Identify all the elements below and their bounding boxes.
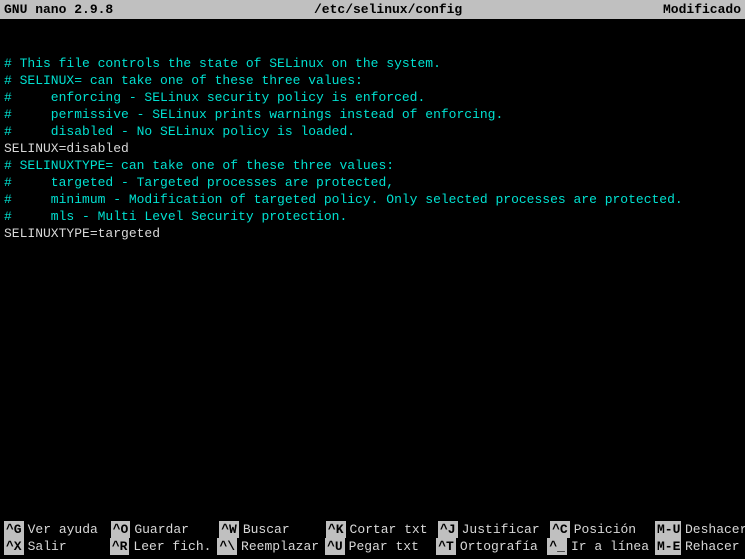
file-path: /etc/selinux/config xyxy=(113,1,663,18)
shortcut-writeout[interactable]: ^OGuardar xyxy=(111,521,214,538)
shortcut-search[interactable]: ^WBuscar xyxy=(219,521,320,538)
shortcut-label: Ir a línea xyxy=(571,538,649,555)
file-line: # This file controls the state of SELinu… xyxy=(4,56,441,71)
key-badge: ^J xyxy=(438,521,458,538)
file-line: SELINUX=disabled xyxy=(4,141,129,156)
shortcut-label: Pegar txt xyxy=(349,538,419,555)
shortcut-position[interactable]: ^CPosición xyxy=(550,521,649,538)
shortcut-label: Ver ayuda xyxy=(28,521,98,538)
shortcut-label: Cortar txt xyxy=(350,521,428,538)
shortcut-row: ^XSalir ^RLeer fich. ^\Reemplazar ^UPega… xyxy=(4,538,741,555)
shortcut-label: Rehacer xyxy=(685,538,740,555)
key-badge: ^G xyxy=(4,521,24,538)
key-badge: M-E xyxy=(655,538,681,555)
key-badge: M-U xyxy=(655,521,681,538)
key-badge: ^C xyxy=(550,521,570,538)
key-badge: ^W xyxy=(219,521,239,538)
file-line: # minimum - Modification of targeted pol… xyxy=(4,192,683,207)
key-badge: ^K xyxy=(326,521,346,538)
file-line: # SELINUX= can take one of these three v… xyxy=(4,73,363,88)
shortcut-label: Guardar xyxy=(134,521,189,538)
editor-area[interactable]: # This file controls the state of SELinu… xyxy=(0,19,745,509)
shortcut-label: Deshacer xyxy=(685,521,745,538)
shortcut-redo[interactable]: M-ERehacer xyxy=(655,538,735,555)
key-badge: ^T xyxy=(436,538,456,555)
shortcut-undo[interactable]: M-UDeshacer xyxy=(655,521,735,538)
shortcut-cut[interactable]: ^KCortar txt xyxy=(326,521,432,538)
shortcut-help[interactable]: ^GVer ayuda xyxy=(4,521,105,538)
shortcut-row: ^GVer ayuda ^OGuardar ^WBuscar ^KCortar … xyxy=(4,521,741,538)
key-badge: ^U xyxy=(325,538,345,555)
app-name: GNU nano 2.9.8 xyxy=(4,1,113,18)
file-line: # mls - Multi Level Security protection. xyxy=(4,209,347,224)
shortcut-spell[interactable]: ^TOrtografía xyxy=(436,538,541,555)
file-line: # disabled - No SELinux policy is loaded… xyxy=(4,124,355,139)
shortcut-label: Salir xyxy=(28,538,67,555)
file-status: Modificado xyxy=(663,1,741,18)
key-badge: ^\ xyxy=(217,538,237,555)
shortcut-label: Posición xyxy=(574,521,636,538)
shortcut-label: Reemplazar xyxy=(241,538,319,555)
shortcut-bar: ^GVer ayuda ^OGuardar ^WBuscar ^KCortar … xyxy=(4,521,741,555)
file-line: # targeted - Targeted processes are prot… xyxy=(4,175,394,190)
shortcut-label: Justificar xyxy=(462,521,540,538)
key-badge: ^_ xyxy=(547,538,567,555)
shortcut-replace[interactable]: ^\Reemplazar xyxy=(217,538,319,555)
shortcut-label: Ortografía xyxy=(460,538,538,555)
key-badge: ^R xyxy=(110,538,130,555)
shortcut-readfile[interactable]: ^RLeer fich. xyxy=(110,538,212,555)
file-line: # SELINUXTYPE= can take one of these thr… xyxy=(4,158,394,173)
shortcut-label: Buscar xyxy=(243,521,290,538)
file-line: # permissive - SELinux prints warnings i… xyxy=(4,107,503,122)
title-bar: GNU nano 2.9.8 /etc/selinux/config Modif… xyxy=(0,0,745,19)
key-badge: ^O xyxy=(111,521,131,538)
file-line: # enforcing - SELinux security policy is… xyxy=(4,90,425,105)
shortcut-exit[interactable]: ^XSalir xyxy=(4,538,104,555)
shortcut-goto-line[interactable]: ^_Ir a línea xyxy=(547,538,649,555)
key-badge: ^X xyxy=(4,538,24,555)
shortcut-paste[interactable]: ^UPegar txt xyxy=(325,538,430,555)
shortcut-justify[interactable]: ^JJustificar xyxy=(438,521,544,538)
file-line: SELINUXTYPE=targeted xyxy=(4,226,160,241)
shortcut-label: Leer fich. xyxy=(133,538,211,555)
